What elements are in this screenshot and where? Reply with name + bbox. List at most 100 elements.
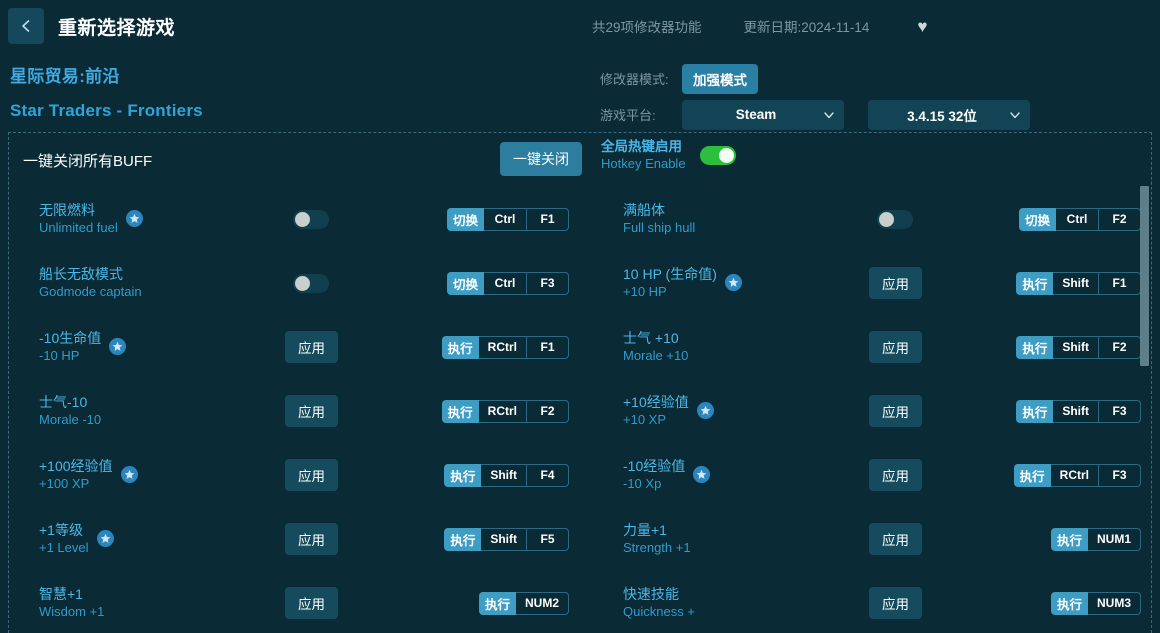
cheat-name-stack: 智慧+1 Wisdom +1 (39, 585, 104, 620)
hotkey-key: F2 (1098, 208, 1140, 230)
favorite-star-icon (696, 402, 714, 420)
favorite-heart-icon[interactable]: ♥ (917, 18, 927, 35)
cheat-name-group: -10生命值 -10 HP (39, 329, 127, 364)
cheat-name-stack: 快速技能 Quickness + (623, 585, 695, 620)
hotkey-widget[interactable]: 切换 Ctrl F2 (1018, 207, 1141, 231)
cheat-toggle[interactable] (877, 209, 913, 229)
close-all-button[interactable]: 一键关闭 (500, 142, 582, 176)
apply-button[interactable]: 应用 (869, 331, 922, 363)
apply-button[interactable]: 应用 (869, 267, 922, 299)
close-all-buffs-label: 一键关闭所有BUFF (23, 152, 153, 170)
hotkey-keys: RCtrl F1 (478, 335, 569, 359)
hotkey-keys: Shift F4 (481, 463, 569, 487)
cheat-row: 快速技能 Quickness + 应用 执行 NUM3 (593, 571, 1151, 633)
cheat-toggle[interactable] (293, 209, 329, 229)
favorite-star-icon (693, 466, 711, 484)
hotkey-key: F3 (1098, 400, 1140, 422)
cheat-control: 应用 (285, 587, 338, 619)
cheat-name-en: Godmode captain (39, 283, 142, 299)
hotkey-widget[interactable]: 切换 Ctrl F1 (446, 207, 569, 231)
cheat-name-stack: 力量+1 Strength +1 (623, 521, 691, 556)
cheat-name-group: 智慧+1 Wisdom +1 (39, 585, 104, 620)
hotkey-action-label: 执行 (1050, 591, 1088, 615)
cheat-row: 满船体 Full ship hull 切换 Ctrl F2 (593, 187, 1151, 251)
cheat-name-group: 船长无敌模式 Godmode captain (39, 265, 142, 300)
apply-button[interactable]: 应用 (869, 459, 922, 491)
hotkey-widget[interactable]: 执行 NUM3 (1050, 591, 1141, 615)
buff-bar: 一键关闭所有BUFF 一键关闭 全局热键启用 Hotkey Enable (9, 133, 1151, 187)
cheat-name-group: 力量+1 Strength +1 (623, 521, 691, 556)
cheat-name-en: Morale -10 (39, 411, 102, 427)
hotkey-keys: Ctrl F1 (484, 207, 569, 231)
hotkey-keys: Shift F1 (1053, 271, 1141, 295)
hotkey-widget[interactable]: 执行 Shift F2 (1016, 335, 1141, 359)
cheat-control: 应用 (285, 395, 338, 427)
platform-select[interactable]: Steam (682, 99, 844, 130)
cheat-name-en: Unlimited fuel (39, 219, 118, 235)
favorite-star-icon (120, 466, 138, 484)
hotkey-widget[interactable]: 执行 Shift F5 (444, 527, 569, 551)
hotkey-key: Ctrl (494, 212, 516, 226)
hotkey-widget[interactable]: 执行 NUM1 (1050, 527, 1141, 551)
apply-button[interactable]: 应用 (285, 459, 338, 491)
cheat-name-cn: -10生命值 (39, 330, 102, 347)
cheat-control: 应用 (285, 523, 338, 555)
hotkey-widget[interactable]: 执行 RCtrl F1 (441, 335, 569, 359)
mode-value-button[interactable]: 加强模式 (682, 63, 758, 94)
apply-button[interactable]: 应用 (285, 587, 338, 619)
version-select-value: 3.4.15 32位 (907, 108, 977, 124)
cheat-name-stack: 10 HP (生命值) +10 HP (623, 265, 717, 300)
cheat-control: 应用 (869, 523, 922, 555)
hotkey-widget[interactable]: 执行 Shift F4 (444, 463, 569, 487)
cheat-row: +10经验值 +10 XP 应用 执行 Shift F3 (593, 379, 1151, 443)
hotkey-keys: NUM2 (515, 591, 569, 615)
hotkey-key: F3 (1098, 464, 1140, 486)
cheat-name-stack: 士气-10 Morale -10 (39, 393, 101, 428)
apply-button[interactable]: 应用 (869, 395, 922, 427)
hotkey-widget[interactable]: 执行 Shift F1 (1016, 271, 1141, 295)
cheat-name-group: 无限燃料 Unlimited fuel (39, 201, 143, 236)
hotkey-widget[interactable]: 切换 Ctrl F3 (446, 271, 569, 295)
version-select[interactable]: 3.4.15 32位 (868, 99, 1030, 130)
hotkey-widget[interactable]: 执行 RCtrl F2 (441, 399, 569, 423)
hotkey-widget[interactable]: 执行 Shift F3 (1016, 399, 1141, 423)
global-hotkey-toggle[interactable] (699, 146, 736, 166)
back-button[interactable] (8, 8, 44, 44)
hotkey-key: NUM2 (524, 596, 559, 610)
apply-button[interactable]: 应用 (869, 523, 922, 555)
hotkey-action-label: 执行 (444, 463, 482, 487)
hotkey-action-label: 执行 (1016, 271, 1054, 295)
cheat-row: 智慧+1 Wisdom +1 应用 执行 NUM2 (9, 571, 593, 633)
apply-button[interactable]: 应用 (285, 331, 338, 363)
cheat-toggle[interactable] (293, 273, 329, 293)
scrollbar-thumb[interactable] (1140, 186, 1149, 366)
hotkey-key: F2 (1098, 336, 1140, 358)
toggle-knob (718, 148, 734, 164)
cheat-name-group: +10经验值 +10 XP (623, 393, 714, 428)
cheat-name-en: -10 HP (39, 347, 80, 363)
apply-button[interactable]: 应用 (285, 395, 338, 427)
hotkey-key: RCtrl (487, 404, 517, 418)
hotkey-key: Ctrl (1066, 212, 1088, 226)
content-scrollbar[interactable] (1140, 186, 1149, 633)
cheat-control: 应用 (869, 267, 922, 299)
header-meta: 共29项修改器功能 更新日期:2024-11-14 ♥ (592, 0, 927, 52)
cheat-name-group: 快速技能 Quickness + (623, 585, 695, 620)
toggle-knob (295, 275, 310, 291)
cheat-name-en: Wisdom +1 (39, 603, 105, 619)
cheat-name-group: -10经验值 -10 Xp (623, 457, 711, 492)
cheat-name-cn: +100经验值 (39, 458, 113, 475)
hotkey-widget[interactable]: 执行 NUM2 (478, 591, 569, 615)
hotkey-widget[interactable]: 执行 RCtrl F3 (1013, 463, 1141, 487)
cheat-control: 应用 (869, 395, 922, 427)
platform-row: 游戏平台: Steam 3.4.15 32位 (600, 98, 1060, 131)
chevron-down-icon (814, 108, 844, 122)
hotkey-action-label: 执行 (1050, 527, 1088, 551)
hotkey-action-label: 切换 (1018, 207, 1056, 231)
game-name-en: Star Traders - Frontiers (10, 101, 203, 120)
apply-button[interactable]: 应用 (869, 587, 922, 619)
hotkey-key: RCtrl (487, 340, 517, 354)
cheat-name-group: +1等级 +1 Level (39, 521, 114, 556)
apply-button[interactable]: 应用 (285, 523, 338, 555)
cheat-name-stack: 无限燃料 Unlimited fuel (39, 201, 118, 236)
